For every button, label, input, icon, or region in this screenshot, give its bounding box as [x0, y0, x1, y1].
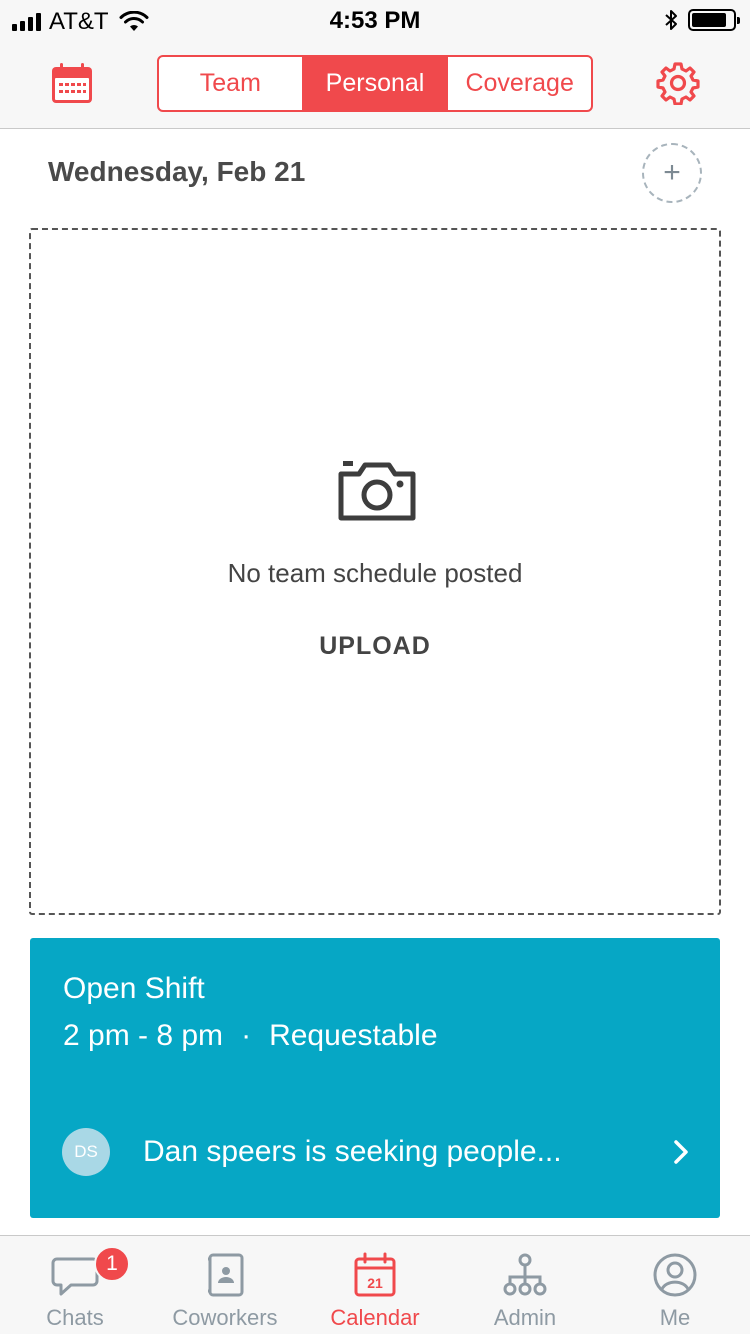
chat-bubble-icon — [51, 1257, 99, 1296]
tab-admin[interactable]: Admin — [450, 1236, 600, 1334]
upload-button[interactable]: UPLOAD — [31, 632, 719, 661]
tab-chats[interactable]: 1 Chats — [0, 1236, 150, 1334]
shift-request-row[interactable]: DS Dan speers is seeking people... — [62, 1128, 692, 1176]
calendar-day-number: 21 — [367, 1275, 383, 1291]
unread-badge: 1 — [94, 1246, 130, 1282]
calendar-day-icon: 21 — [354, 1252, 396, 1297]
shift-meta: 2 pm - 8 pm · Requestable — [63, 1019, 438, 1053]
tab-label-calendar: Calendar — [330, 1305, 420, 1330]
status-right — [664, 8, 740, 32]
battery-icon — [688, 9, 740, 31]
tab-bar: 1 Chats Coworkers 21 Calendar Admin Me — [0, 1235, 750, 1334]
segment-team[interactable]: Team — [159, 57, 304, 110]
shift-request-message: Dan speers is seeking people... — [143, 1135, 562, 1168]
view-segmented-control: Team Personal Coverage — [157, 55, 593, 112]
chevron-right-icon — [674, 1140, 688, 1164]
open-shift-card[interactable]: Open Shift 2 pm - 8 pm · Requestable DS … — [30, 938, 720, 1218]
date-title: Wednesday, Feb 21 — [48, 156, 306, 187]
plus-icon: + — [663, 156, 681, 189]
status-time: 4:53 PM — [329, 7, 421, 34]
tab-coworkers[interactable]: Coworkers — [150, 1236, 300, 1334]
tab-me[interactable]: Me — [600, 1236, 750, 1334]
user-circle-icon — [653, 1253, 697, 1297]
segment-coverage[interactable]: Coverage — [448, 57, 591, 110]
tab-label-chats: Chats — [46, 1305, 104, 1330]
shift-status: Requestable — [269, 1019, 438, 1052]
tab-label-admin: Admin — [493, 1305, 557, 1330]
avatar: DS — [62, 1128, 110, 1176]
shift-time-range: 2 pm - 8 pm — [63, 1019, 224, 1052]
nav-bar: Team Personal Coverage — [0, 40, 750, 129]
gear-icon[interactable] — [656, 61, 700, 105]
schedule-upload-area[interactable]: No team schedule posted UPLOAD — [29, 228, 721, 915]
org-chart-icon — [503, 1253, 547, 1296]
status-bar: AT&T 4:53 PM — [0, 0, 750, 40]
shift-title: Open Shift — [63, 972, 205, 1005]
bluetooth-icon — [665, 10, 677, 30]
separator-dot: · — [241, 1019, 252, 1052]
empty-schedule-message: No team schedule posted — [227, 558, 523, 588]
calendar-icon[interactable] — [50, 61, 94, 105]
battery-fill — [692, 13, 726, 27]
contacts-book-icon — [208, 1253, 244, 1297]
segment-personal[interactable]: Personal — [303, 57, 449, 110]
tab-label-me: Me — [659, 1305, 691, 1330]
camera-icon — [338, 461, 416, 521]
tab-calendar[interactable]: 21 Calendar — [300, 1236, 450, 1334]
tab-label-coworkers: Coworkers — [172, 1305, 278, 1330]
add-shift-button[interactable]: + — [642, 143, 702, 203]
